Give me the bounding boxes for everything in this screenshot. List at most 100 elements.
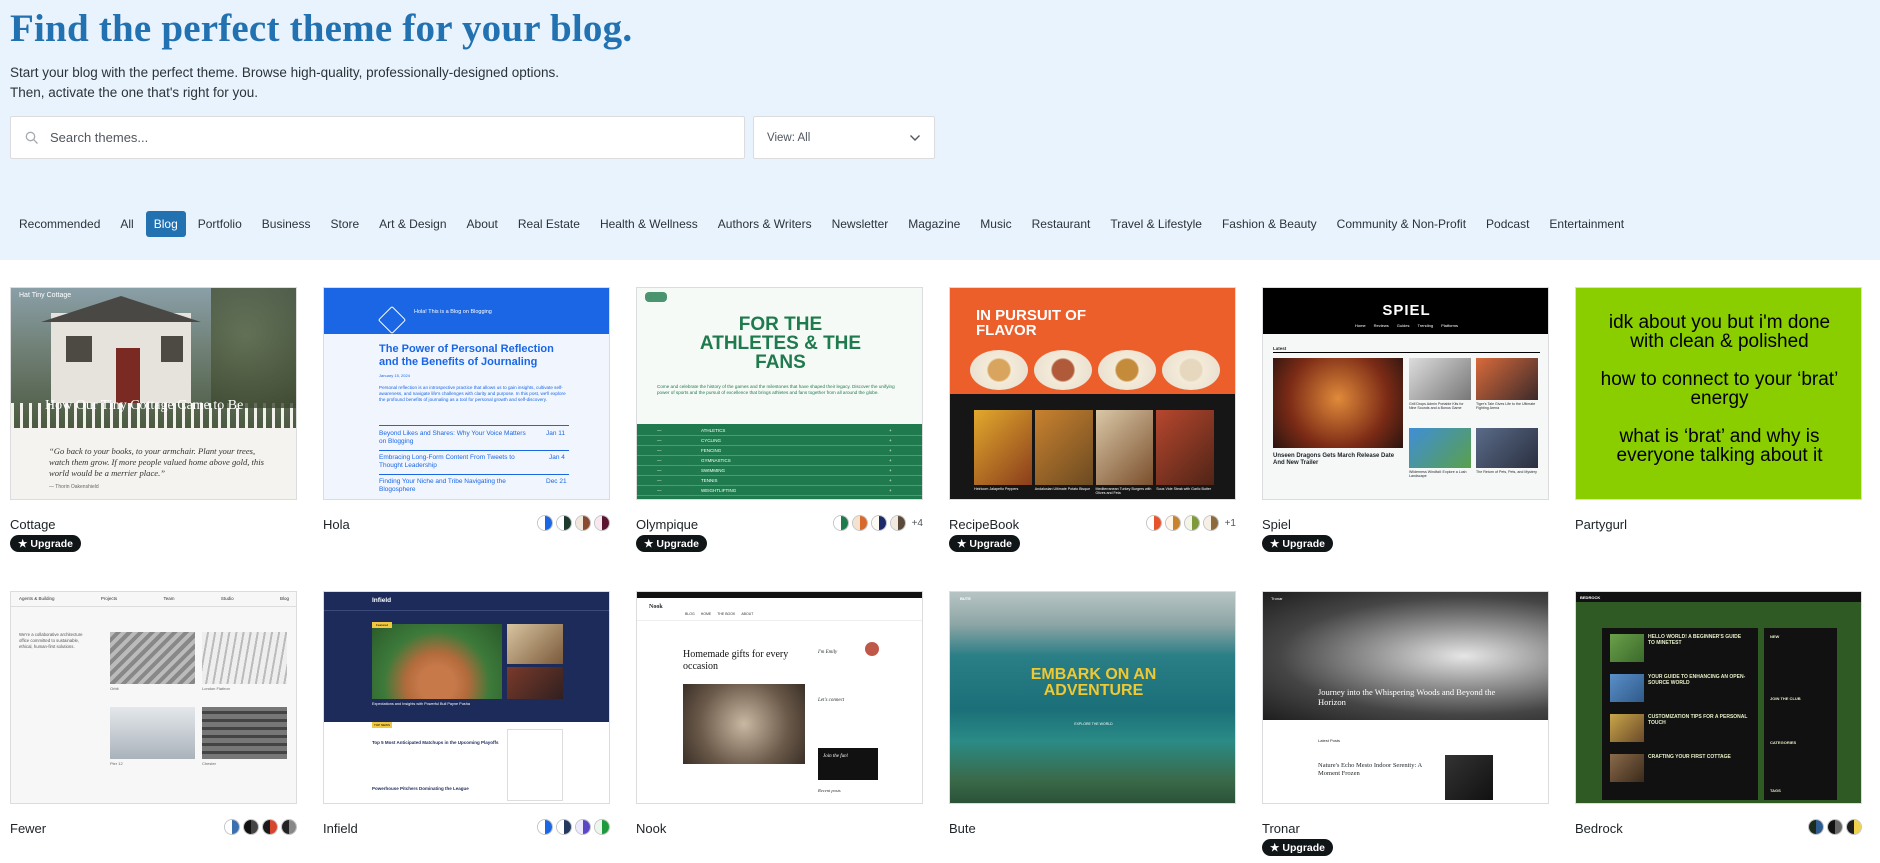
category-tab-community-non-profit[interactable]: Community & Non-Profit — [1329, 211, 1474, 237]
upgrade-badge-label: Upgrade — [1282, 537, 1326, 550]
category-tab-business[interactable]: Business — [254, 211, 319, 237]
category-tab-recommended[interactable]: Recommended — [11, 211, 108, 237]
style-variation-swatch[interactable] — [594, 819, 610, 835]
style-variation-swatch[interactable] — [224, 819, 240, 835]
category-tab-restaurant[interactable]: Restaurant — [1024, 211, 1099, 237]
hero-section: Find the perfect theme for your blog. St… — [0, 0, 1880, 260]
theme-name[interactable]: Spiel — [1262, 517, 1291, 532]
more-variations-count: +4 — [911, 517, 923, 529]
upgrade-badge: ★ Upgrade — [949, 535, 1021, 552]
page-subtitle: Start your blog with the perfect theme. … — [10, 63, 559, 103]
search-icon — [25, 131, 39, 145]
style-variation-swatch[interactable] — [889, 515, 906, 531]
search-box[interactable] — [10, 116, 745, 159]
theme-thumbnail-tronar[interactable]: Tronar Journey into the Whispering Woods… — [1262, 591, 1549, 804]
category-tab-about[interactable]: About — [459, 211, 506, 237]
star-icon: ★ — [1270, 537, 1280, 550]
style-variation-swatch[interactable] — [537, 515, 553, 531]
category-tabs: Recommended All Blog Portfolio Business Store… — [11, 211, 1636, 237]
style-variations — [537, 819, 610, 835]
star-icon: ★ — [18, 537, 28, 550]
upgrade-badge: ★ Upgrade — [1262, 839, 1334, 856]
chevron-down-icon — [910, 134, 920, 141]
upgrade-badge-label: Upgrade — [30, 537, 74, 550]
theme-thumbnail-partygurl[interactable]: idk about you but i'm done with clean & … — [1575, 287, 1862, 500]
category-tab-portfolio[interactable]: Portfolio — [190, 211, 250, 237]
style-variation-swatch[interactable] — [870, 515, 887, 531]
star-icon: ★ — [644, 537, 654, 550]
star-icon: ★ — [1270, 841, 1280, 854]
category-tab-magazine[interactable]: Magazine — [900, 211, 968, 237]
category-tab-music[interactable]: Music — [972, 211, 1019, 237]
style-variations: +4 — [832, 515, 923, 531]
theme-name[interactable]: Tronar — [1262, 821, 1300, 836]
category-tab-blog[interactable]: Blog — [145, 211, 186, 237]
theme-name[interactable]: Fewer — [10, 821, 46, 836]
theme-thumbnail-infield[interactable]: Infield Featured Expectations and Insigh… — [323, 591, 610, 804]
upgrade-badge-label: Upgrade — [656, 537, 700, 550]
theme-thumbnail-fewer[interactable]: Agents & Building Projects Team Studio Blog … — [10, 591, 297, 804]
upgrade-badge: ★ Upgrade — [636, 535, 708, 552]
style-variation-swatch[interactable] — [556, 515, 572, 531]
theme-name[interactable]: Hola — [323, 517, 350, 532]
theme-name[interactable]: RecipeBook — [949, 517, 1019, 532]
style-variation-swatch[interactable] — [1202, 515, 1219, 531]
subtitle-line-2: Then, activate the one that's right for … — [10, 85, 258, 100]
style-variation-swatch[interactable] — [832, 515, 849, 531]
style-variations — [1808, 819, 1862, 835]
style-variation-swatch[interactable] — [1846, 819, 1862, 835]
style-variation-swatch[interactable] — [575, 819, 591, 835]
style-variation-swatch[interactable] — [575, 515, 591, 531]
style-variations — [224, 819, 297, 835]
category-tab-health-wellness[interactable]: Health & Wellness — [592, 211, 706, 237]
search-input[interactable] — [50, 130, 730, 145]
style-variation-swatch[interactable] — [594, 515, 610, 531]
category-tab-entertainment[interactable]: Entertainment — [1541, 211, 1632, 237]
upgrade-badge: ★ Upgrade — [1262, 535, 1334, 552]
theme-thumbnail-nook[interactable]: Nook BLOG HOME THE BOOK ABOUT Homemade gift… — [636, 591, 923, 804]
style-variation-swatch[interactable] — [262, 819, 278, 835]
theme-thumbnail-olympique[interactable]: FOR THE ATHLETES & THE FANS Come and cel… — [636, 287, 923, 500]
theme-thumbnail-hola[interactable]: Hola! This is a Blog on Blogging The Pow… — [323, 287, 610, 500]
theme-thumbnail-recipebook[interactable]: IN PURSUIT OF FLAVOR Heirloom Jalapeño P… — [949, 287, 1236, 500]
style-variation-swatch[interactable] — [243, 819, 259, 835]
theme-name[interactable]: Partygurl — [1575, 517, 1627, 532]
theme-name[interactable]: Bute — [949, 821, 976, 836]
theme-name[interactable]: Nook — [636, 821, 666, 836]
style-variations: +1 — [1145, 515, 1236, 531]
style-variation-swatch[interactable] — [1183, 515, 1200, 531]
style-variation-swatch[interactable] — [1827, 819, 1843, 835]
globe-icon — [645, 292, 667, 302]
style-variation-swatch[interactable] — [537, 819, 553, 835]
style-variation-swatch[interactable] — [851, 515, 868, 531]
style-variation-swatch[interactable] — [1145, 515, 1162, 531]
style-variation-swatch[interactable] — [1808, 819, 1824, 835]
category-tab-real-estate[interactable]: Real Estate — [510, 211, 588, 237]
category-tab-fashion-beauty[interactable]: Fashion & Beauty — [1214, 211, 1325, 237]
theme-thumbnail-spiel[interactable]: SPIEL Home Reviews Guides Trending Platforms… — [1262, 287, 1549, 500]
style-variation-swatch[interactable] — [281, 819, 297, 835]
theme-name[interactable]: Olympique — [636, 517, 698, 532]
category-tab-all[interactable]: All — [112, 211, 141, 237]
theme-name[interactable]: Bedrock — [1575, 821, 1623, 836]
star-icon: ★ — [957, 537, 967, 550]
category-tab-store[interactable]: Store — [322, 211, 367, 237]
upgrade-badge-label: Upgrade — [969, 537, 1013, 550]
theme-thumbnail-bute[interactable]: BUTE EMBARK ON AN ADVENTURE EXPLORE THE … — [949, 591, 1236, 804]
upgrade-badge-label: Upgrade — [1282, 841, 1326, 854]
view-select[interactable]: View: All — [753, 116, 935, 159]
style-variation-swatch[interactable] — [556, 819, 572, 835]
theme-thumbnail-cottage[interactable]: Hat Tiny Cottage How Our Tiny Cottage Ca… — [10, 287, 297, 500]
category-tab-podcast[interactable]: Podcast — [1478, 211, 1537, 237]
theme-name[interactable]: Cottage — [10, 517, 56, 532]
category-tab-art-design[interactable]: Art & Design — [371, 211, 454, 237]
page-title: Find the perfect theme for your blog. — [10, 7, 633, 50]
more-variations-count: +1 — [1224, 517, 1236, 529]
upgrade-badge: ★ Upgrade — [10, 535, 82, 552]
category-tab-travel-lifestyle[interactable]: Travel & Lifestyle — [1102, 211, 1210, 237]
category-tab-newsletter[interactable]: Newsletter — [824, 211, 897, 237]
style-variation-swatch[interactable] — [1164, 515, 1181, 531]
theme-thumbnail-bedrock[interactable]: BEDROCK HELLO WORLD! A BEGINNER'S GUIDE … — [1575, 591, 1862, 804]
theme-name[interactable]: Infield — [323, 821, 358, 836]
category-tab-authors-writers[interactable]: Authors & Writers — [710, 211, 820, 237]
